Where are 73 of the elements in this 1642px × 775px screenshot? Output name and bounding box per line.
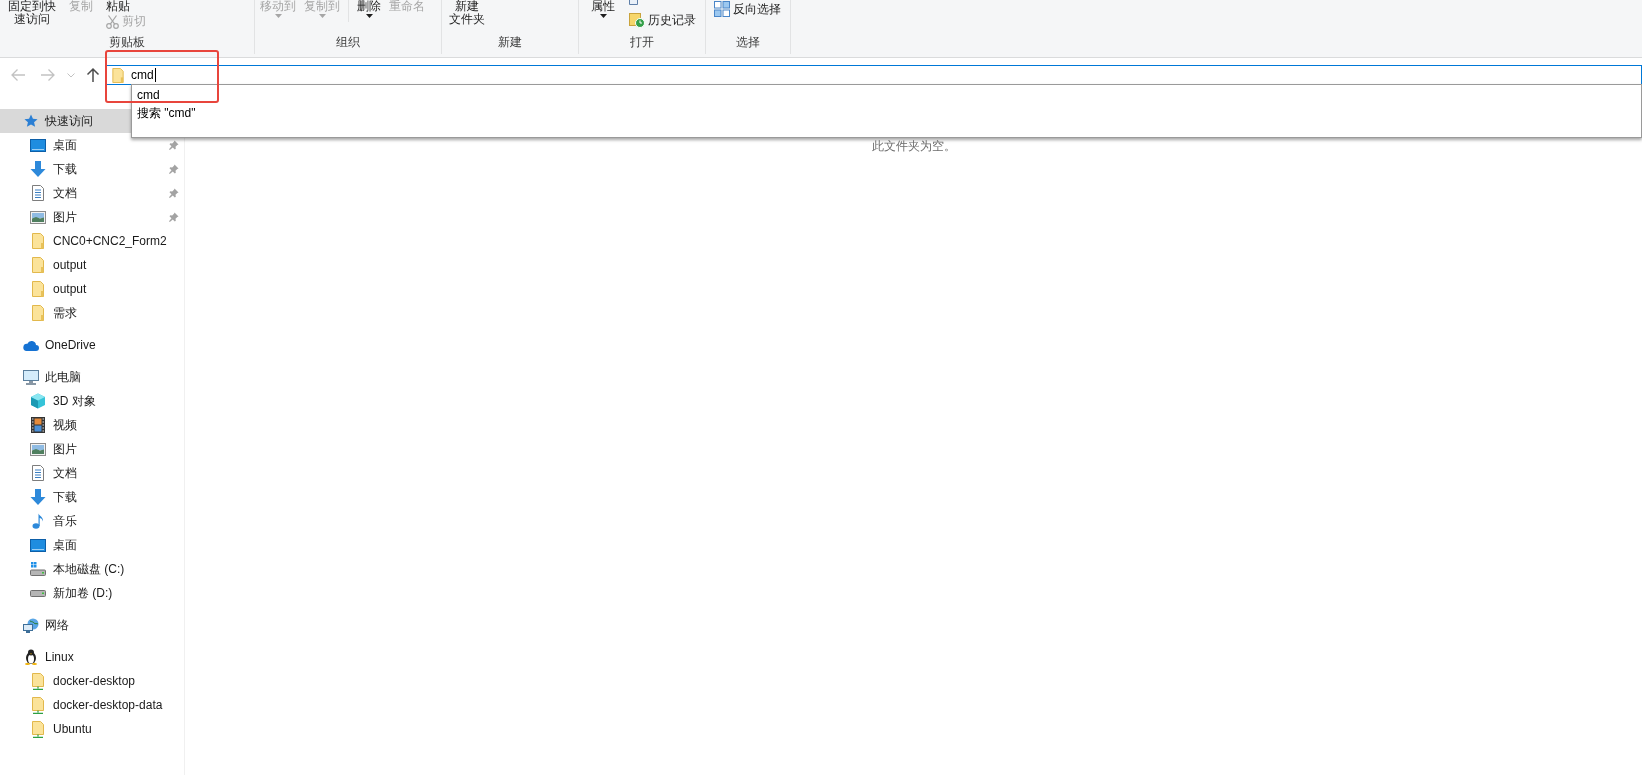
- nav-item[interactable]: 此电脑: [0, 365, 184, 389]
- nav-item[interactable]: docker-desktop-data: [0, 693, 184, 717]
- nav-item[interactable]: 文档: [0, 461, 184, 485]
- nav-item[interactable]: 网络: [0, 613, 184, 637]
- shared-folder-icon: [32, 696, 44, 714]
- ribbon-button[interactable]: 属性: [591, 0, 615, 18]
- text-cursor: [154, 68, 156, 82]
- scissors-icon: [106, 14, 119, 29]
- nav-item[interactable]: 下载: [0, 157, 184, 181]
- nav-item[interactable]: 桌面: [0, 533, 184, 557]
- desktop-icon: [30, 138, 46, 152]
- group-label: 剪贴板: [109, 35, 145, 49]
- nav-item[interactable]: CNC0+CNC2_Form2: [0, 229, 184, 253]
- group-label: 打开: [630, 35, 654, 49]
- group-label: 组织: [336, 35, 360, 49]
- down-arrow-icon: [30, 161, 46, 177]
- globe-computer-icon: [23, 617, 39, 633]
- cloud-icon: [23, 339, 39, 351]
- ribbon-button[interactable]: 固定到快 速访问: [8, 0, 56, 26]
- cube-icon: [30, 393, 46, 409]
- ribbon-button[interactable]: 新建 文件夹: [449, 0, 485, 26]
- film-icon: [31, 417, 45, 433]
- nav-item[interactable]: 文档: [0, 181, 184, 205]
- caret-icon: [274, 14, 282, 18]
- caret-icon: [599, 14, 607, 18]
- nav-item[interactable]: Ubuntu: [0, 717, 184, 741]
- desktop-icon: [30, 538, 46, 552]
- nav-item[interactable]: 本地磁盘 (C:): [0, 557, 184, 581]
- caret-icon: [365, 14, 373, 18]
- nav-item[interactable]: Linux: [0, 645, 184, 669]
- nav-item[interactable]: 下载: [0, 485, 184, 509]
- drive-icon: [30, 589, 46, 597]
- nav-item[interactable]: output: [0, 277, 184, 301]
- nav-item[interactable]: 3D 对象: [0, 389, 184, 413]
- up-arrow-icon[interactable]: [86, 67, 100, 83]
- folder-icon: [112, 67, 124, 83]
- nav-item[interactable]: 图片: [0, 205, 184, 229]
- shared-folder-icon: [32, 720, 44, 738]
- computer-icon: [23, 369, 39, 385]
- nav-item[interactable]: 音乐: [0, 509, 184, 533]
- folder-icon: [32, 281, 44, 297]
- folder-icon: [32, 233, 44, 249]
- picture-icon: [30, 442, 46, 456]
- document-icon: [32, 465, 44, 481]
- caret-icon: [318, 14, 326, 18]
- picture-icon: [30, 210, 46, 224]
- drive-icon: [30, 562, 46, 576]
- group-label: 选择: [736, 35, 760, 49]
- shared-folder-icon: [32, 672, 44, 690]
- ribbon-button[interactable]: 反向选择: [714, 1, 781, 17]
- page-icon[interactable]: [629, 0, 638, 5]
- group-label: 新建: [498, 35, 522, 49]
- star-icon: [24, 114, 38, 128]
- penguin-icon: [24, 649, 38, 665]
- nav-item[interactable]: 桌面: [0, 133, 184, 157]
- music-note-icon: [32, 513, 44, 529]
- down-arrow-icon: [30, 489, 46, 505]
- empty-folder-message: 此文件夹为空。: [871, 139, 956, 153]
- nav-item[interactable]: OneDrive: [0, 333, 184, 357]
- nav-item[interactable]: 需求: [0, 301, 184, 325]
- folder-clock-icon: [629, 13, 645, 28]
- folder-icon: [32, 257, 44, 273]
- nav-item[interactable]: output: [0, 253, 184, 277]
- document-icon: [32, 185, 44, 201]
- folder-icon: [32, 305, 44, 321]
- nav-item[interactable]: docker-desktop: [0, 669, 184, 693]
- suggestion-item[interactable]: cmd: [132, 86, 1641, 104]
- ribbon-button[interactable]: 历史记录: [629, 13, 696, 28]
- nav-item[interactable]: 视频: [0, 413, 184, 437]
- nav-item[interactable]: 新加卷 (D:): [0, 581, 184, 605]
- ribbon-button[interactable]: 粘贴: [106, 0, 130, 13]
- ribbon-button[interactable]: 删除: [357, 0, 381, 18]
- nav-item[interactable]: 图片: [0, 437, 184, 461]
